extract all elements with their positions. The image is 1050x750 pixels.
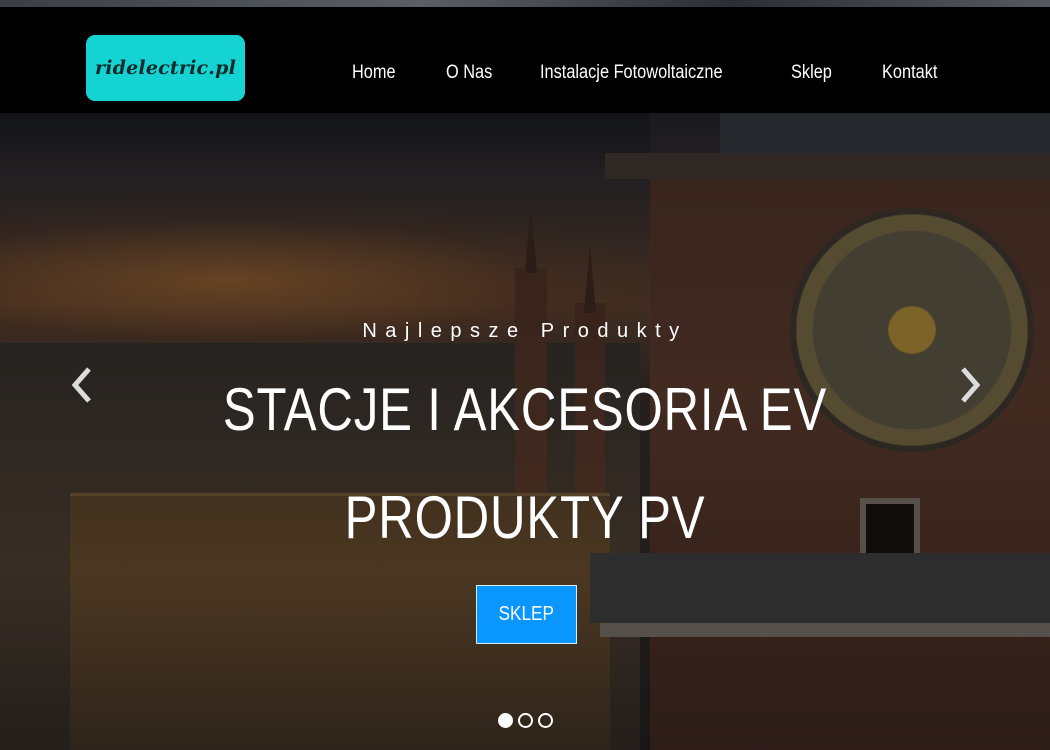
site-logo[interactable]: ridelectric.pl [86, 35, 245, 101]
slider-prev-button[interactable] [70, 365, 94, 405]
chevron-left-icon [71, 367, 91, 403]
hero-slider: Najlepsze Produkty STACJE I AKCESORIA EV… [0, 113, 1050, 750]
slider-dot-3[interactable] [538, 713, 553, 728]
slider-dot-2[interactable] [518, 713, 533, 728]
logo-text: ridelectric.pl [95, 57, 236, 79]
hero-subtitle: Najlepsze Produkty [362, 320, 688, 342]
slider-dot-1[interactable] [498, 713, 513, 728]
nav-item-instalacje[interactable]: Instalacje Fotowoltaiczne [540, 62, 723, 84]
slider-next-button[interactable] [958, 365, 982, 405]
site-header: ridelectric.pl Home O Nas Instalacje Fot… [0, 7, 1050, 113]
nav-item-home[interactable]: Home [352, 62, 396, 84]
shop-cta-label: SKLEP [498, 603, 555, 625]
nav-item-o-nas[interactable]: O Nas [446, 62, 492, 84]
chevron-right-icon [961, 367, 981, 403]
slider-pagination [498, 713, 558, 729]
shop-cta-button[interactable]: SKLEP [476, 585, 577, 644]
hero-headline-line2: PRODUKTY PV [344, 484, 706, 551]
top-strip [0, 0, 1050, 7]
nav-item-sklep[interactable]: Sklep [791, 62, 832, 84]
nav-item-kontakt[interactable]: Kontakt [882, 62, 937, 84]
hero-headline-line1: STACJE I AKCESORIA EV [222, 376, 828, 443]
